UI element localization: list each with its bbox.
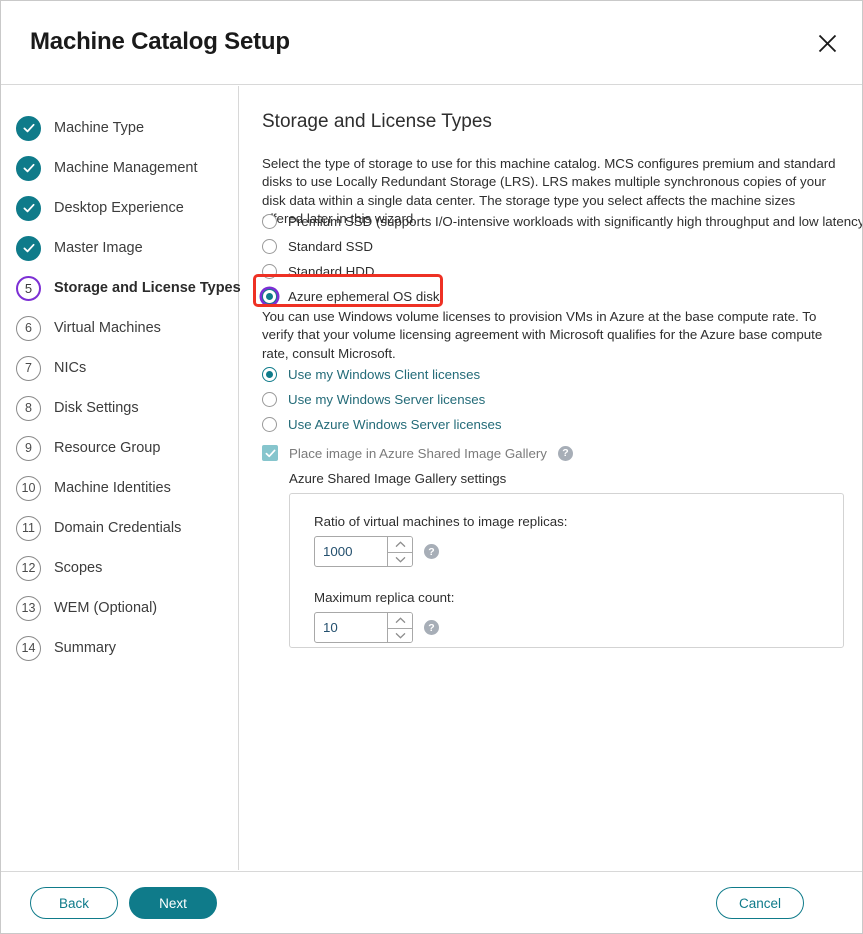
radio-unselected-icon[interactable] <box>262 238 277 254</box>
sidebar-item-machine-type[interactable]: Machine Type <box>16 114 144 142</box>
sidebar-item-label: WEM (Optional) <box>54 600 158 616</box>
place-image-in-gallery-label: Place image in Azure Shared Image Galler… <box>289 445 547 461</box>
field-label: Ratio of virtual machines to image repli… <box>314 514 568 529</box>
radio-unselected-icon[interactable] <box>262 263 277 279</box>
section-title: Storage and License Types <box>262 111 492 132</box>
radio-option-label: Use Azure Windows Server licenses <box>288 416 502 432</box>
page-title: Machine Catalog Setup <box>30 28 290 55</box>
quantity-stepper[interactable] <box>314 612 413 643</box>
check-circle-icon <box>16 115 41 141</box>
chevron-down-icon[interactable] <box>388 551 412 566</box>
radio-option-premium-ssd-supports-i-o-intensive-workl[interactable]: Premium SSD (supports I/O-intensive work… <box>262 211 863 231</box>
field-label: Maximum replica count: <box>314 590 455 605</box>
step-number-badge: 13 <box>16 595 41 621</box>
sidebar-item-label: Machine Identities <box>54 480 171 496</box>
gallery-settings-panel: Ratio of virtual machines to image repli… <box>289 493 844 648</box>
radio-selected-icon[interactable] <box>262 288 277 304</box>
radio-option-label: Premium SSD (supports I/O-intensive work… <box>288 213 863 229</box>
sidebar-item-desktop-experience[interactable]: Desktop Experience <box>16 194 184 222</box>
radio-option-label: Use my Windows Server licenses <box>288 391 486 407</box>
sidebar-item-label: Domain Credentials <box>54 520 182 536</box>
help-icon[interactable]: ? <box>557 445 573 461</box>
step-number-badge: 9 <box>16 435 41 461</box>
sidebar-item-label: NICs <box>54 360 87 376</box>
close-icon[interactable] <box>810 26 844 60</box>
sidebar-item-label: Desktop Experience <box>54 200 184 216</box>
sidebar-item-label: Machine Type <box>54 120 145 136</box>
help-icon[interactable]: ? <box>424 620 439 635</box>
step-number-badge: 6 <box>16 315 41 341</box>
radio-option-use-azure-windows-server-licenses[interactable]: Use Azure Windows Server licenses <box>262 414 502 434</box>
sidebar-item-label: Scopes <box>54 560 103 576</box>
radio-option-label: Standard HDD <box>288 263 375 279</box>
sidebar-item-machine-identities[interactable]: 10 Machine Identities <box>16 474 171 502</box>
radio-option-label: Standard SSD <box>288 238 374 254</box>
step-number-badge: 7 <box>16 355 41 381</box>
next-button[interactable]: Next <box>129 887 217 919</box>
sidebar-item-label: Resource Group <box>54 440 161 456</box>
sidebar-item-wem-optional[interactable]: 13 WEM (Optional) <box>16 594 157 622</box>
radio-unselected-icon[interactable] <box>262 213 277 229</box>
check-circle-icon <box>16 195 41 221</box>
machine-catalog-setup-dialog: Machine Catalog Setup Machine Type Machin… <box>0 0 863 934</box>
sidebar-item-label: Machine Management <box>54 160 198 176</box>
dialog-header: Machine Catalog Setup <box>1 1 862 85</box>
spinner-input[interactable] <box>315 613 387 642</box>
chevron-down-icon[interactable] <box>388 627 412 642</box>
spinner-row: ? <box>314 612 439 643</box>
radio-option-standard-hdd[interactable]: Standard HDD <box>262 261 374 281</box>
dialog-footer: Back Next Cancel <box>1 871 862 933</box>
step-number-badge: 11 <box>16 515 41 541</box>
radio-option-standard-ssd[interactable]: Standard SSD <box>262 236 373 256</box>
radio-option-use-my-windows-client-licenses[interactable]: Use my Windows Client licenses <box>262 364 480 384</box>
license-description: You can use Windows volume licenses to p… <box>262 309 823 361</box>
spinner-row: ? <box>314 536 439 567</box>
step-number-badge: 14 <box>16 635 41 661</box>
step-number-badge: 8 <box>16 395 41 421</box>
sidebar-item-label: Disk Settings <box>54 400 139 416</box>
sidebar-item-label: Summary <box>54 640 117 656</box>
sidebar-item-master-image[interactable]: Master Image <box>16 234 143 262</box>
sidebar-item-label: Virtual Machines <box>54 320 161 336</box>
sidebar-item-machine-management[interactable]: Machine Management <box>16 154 197 182</box>
sidebar-item-summary[interactable]: 14 Summary <box>16 634 116 662</box>
check-circle-icon <box>16 155 41 181</box>
back-button[interactable]: Back <box>30 887 118 919</box>
radio-unselected-icon[interactable] <box>262 391 277 407</box>
sidebar-item-domain-credentials[interactable]: 11 Domain Credentials <box>16 514 181 542</box>
spinner-buttons <box>387 537 412 566</box>
help-icon[interactable]: ? <box>424 544 439 559</box>
quantity-stepper[interactable] <box>314 536 413 567</box>
radio-selected-icon[interactable] <box>262 366 277 382</box>
wizard-steps-sidebar: Machine Type Machine Management Desktop Ex… <box>1 86 241 870</box>
step-number-badge: 12 <box>16 555 41 581</box>
gallery-settings-heading: Azure Shared Image Gallery settings <box>289 471 507 486</box>
radio-unselected-icon[interactable] <box>262 416 277 432</box>
check-circle-icon <box>16 235 41 261</box>
sidebar-item-scopes[interactable]: 12 Scopes <box>16 554 102 582</box>
sidebar-item-resource-group[interactable]: 9 Resource Group <box>16 434 160 462</box>
checkmark-icon[interactable] <box>262 445 278 461</box>
spinner-input[interactable] <box>315 537 387 566</box>
sidebar-item-disk-settings[interactable]: 8 Disk Settings <box>16 394 139 422</box>
sidebar-item-label: Storage and License Types <box>54 280 241 296</box>
sidebar-item-virtual-machines[interactable]: 6 Virtual Machines <box>16 314 161 342</box>
sidebar-item-label: Master Image <box>54 240 143 256</box>
sidebar-item-nics[interactable]: 7 NICs <box>16 354 86 382</box>
radio-option-azure-ephemeral-os-disk[interactable]: Azure ephemeral OS disk <box>262 286 440 306</box>
cancel-button[interactable]: Cancel <box>716 887 804 919</box>
radio-option-label: Use my Windows Client licenses <box>288 366 481 382</box>
sidebar-item-storage-and-license-types[interactable]: 5 Storage and License Types <box>16 274 241 302</box>
chevron-up-icon[interactable] <box>388 537 412 552</box>
chevron-up-icon[interactable] <box>388 613 412 628</box>
main-content: Storage and License Types Select the typ… <box>240 86 862 870</box>
place-image-in-gallery-checkbox-row[interactable]: Place image in Azure Shared Image Galler… <box>262 445 573 461</box>
spinner-buttons <box>387 613 412 642</box>
radio-option-use-my-windows-server-licenses[interactable]: Use my Windows Server licenses <box>262 389 485 409</box>
step-number-badge: 5 <box>16 275 41 301</box>
radio-option-label: Azure ephemeral OS disk <box>288 288 440 304</box>
step-number-badge: 10 <box>16 475 41 501</box>
